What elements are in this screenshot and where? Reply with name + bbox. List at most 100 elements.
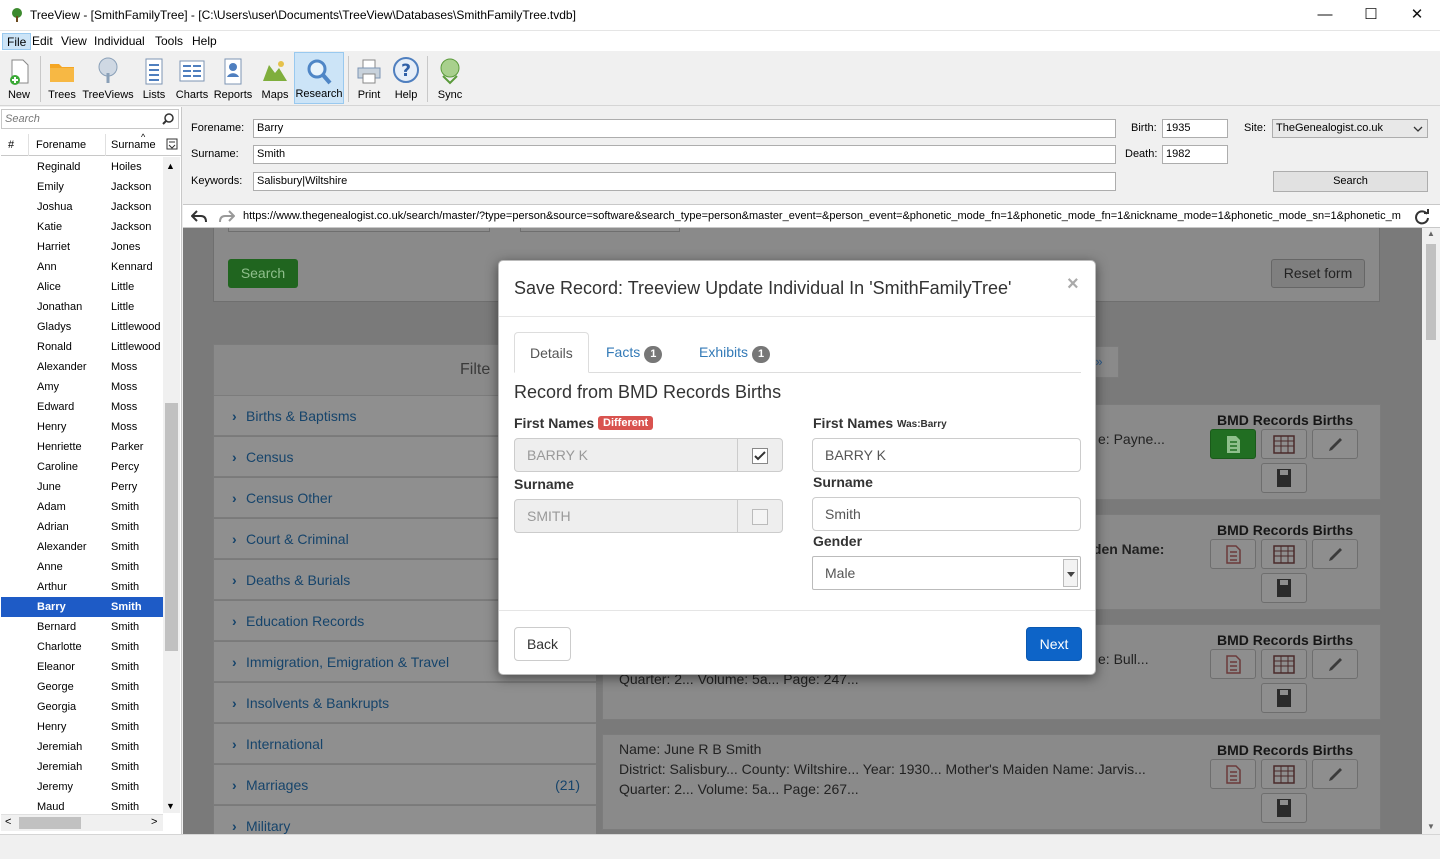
forward-arrow-icon[interactable] bbox=[219, 209, 235, 223]
people-list-row[interactable]: Alice Little bbox=[1, 277, 163, 297]
save-record-button[interactable] bbox=[1261, 793, 1307, 823]
people-list-row[interactable]: Eleanor Smith bbox=[1, 657, 163, 677]
back-button[interactable]: Back bbox=[514, 627, 571, 661]
people-list-row[interactable]: Katie Jackson bbox=[1, 217, 163, 237]
search-icon[interactable] bbox=[162, 113, 174, 125]
people-list-row[interactable]: Ann Kennard bbox=[1, 257, 163, 277]
first-names-input[interactable]: BARRY K bbox=[812, 438, 1081, 472]
people-list-row[interactable]: Emily Jackson bbox=[1, 177, 163, 197]
save-record-button[interactable] bbox=[1261, 573, 1307, 603]
surname-checkbox[interactable] bbox=[737, 499, 783, 533]
people-list-row[interactable]: Alexander Moss bbox=[1, 357, 163, 377]
tab-exhibits[interactable]: Exhibits 1 bbox=[684, 332, 785, 373]
edit-record-button[interactable] bbox=[1312, 539, 1358, 569]
people-hscroll-thumb[interactable] bbox=[19, 817, 81, 829]
close-button[interactable]: ✕ bbox=[1394, 0, 1440, 31]
people-list-row[interactable]: Edward Moss bbox=[1, 397, 163, 417]
death-input[interactable]: 1982 bbox=[1162, 145, 1228, 164]
surname-input[interactable]: Smith bbox=[812, 497, 1081, 531]
column-chooser-icon[interactable] bbox=[166, 138, 178, 150]
filter-category[interactable]: › Marriages (21) bbox=[214, 765, 596, 805]
lists-button[interactable]: Lists bbox=[138, 52, 170, 104]
sync-button[interactable]: Sync bbox=[432, 52, 468, 104]
people-list-row[interactable]: Georgia Smith bbox=[1, 697, 163, 717]
people-list-row[interactable]: George Smith bbox=[1, 677, 163, 697]
scroll-right-icon[interactable]: > bbox=[151, 816, 157, 828]
people-list-row[interactable]: Barry Smith bbox=[1, 597, 163, 617]
people-list-row[interactable]: Harriet Jones bbox=[1, 237, 163, 257]
people-list-row[interactable]: Arthur Smith bbox=[1, 577, 163, 597]
people-list-row[interactable]: Joshua Jackson bbox=[1, 197, 163, 217]
view-record-button[interactable] bbox=[1261, 759, 1307, 789]
menu-edit[interactable]: Edit bbox=[28, 33, 57, 50]
people-list-row[interactable]: Jeremy Smith bbox=[1, 777, 163, 797]
tab-details[interactable]: Details bbox=[514, 332, 589, 373]
scroll-left-icon[interactable]: < bbox=[5, 816, 11, 828]
menu-file[interactable]: File bbox=[2, 33, 32, 50]
web-scroll-up-icon[interactable]: ▲ bbox=[1427, 229, 1435, 238]
save-record-button[interactable] bbox=[1261, 683, 1307, 713]
people-list-row[interactable]: Jonathan Little bbox=[1, 297, 163, 317]
minimize-button[interactable]: — bbox=[1302, 0, 1348, 31]
filter-category[interactable]: › International bbox=[214, 724, 596, 764]
people-list-row[interactable]: Ronald Littlewood bbox=[1, 337, 163, 357]
charts-button[interactable]: Charts bbox=[174, 52, 210, 104]
view-record-button[interactable] bbox=[1261, 539, 1307, 569]
new-button[interactable]: New bbox=[2, 52, 36, 104]
research-button[interactable]: Research bbox=[294, 52, 344, 104]
people-list-row[interactable]: Charlotte Smith bbox=[1, 637, 163, 657]
dialog-close-button[interactable]: × bbox=[1067, 273, 1079, 296]
add-record-button[interactable] bbox=[1210, 759, 1256, 789]
menu-help[interactable]: Help bbox=[188, 33, 221, 50]
add-record-button[interactable] bbox=[1210, 649, 1256, 679]
people-list-row[interactable]: Adrian Smith bbox=[1, 517, 163, 537]
print-button[interactable]: Print bbox=[352, 52, 386, 104]
view-record-button[interactable] bbox=[1261, 429, 1307, 459]
url-field[interactable]: https://www.thegenealogist.co.uk/search/… bbox=[243, 210, 1403, 222]
people-list-row[interactable]: June Perry bbox=[1, 477, 163, 497]
people-list-row[interactable]: Jeremiah Smith bbox=[1, 737, 163, 757]
scroll-up-icon[interactable]: ▲ bbox=[166, 161, 175, 171]
reset-form-button[interactable]: Reset form bbox=[1271, 259, 1365, 288]
people-list-row[interactable]: Caroline Percy bbox=[1, 457, 163, 477]
site-select[interactable]: TheGenealogist.co.uk bbox=[1272, 119, 1428, 138]
maximize-button[interactable]: ☐ bbox=[1348, 0, 1394, 31]
web-search-button[interactable]: Search bbox=[228, 259, 298, 288]
edit-record-button[interactable] bbox=[1312, 649, 1358, 679]
people-list-row[interactable]: Reginald Hoiles bbox=[1, 157, 163, 177]
next-button[interactable]: Next bbox=[1026, 627, 1082, 661]
filter-category[interactable]: › Insolvents & Bankrupts bbox=[214, 683, 596, 723]
edit-record-button[interactable] bbox=[1312, 759, 1358, 789]
keywords-input[interactable]: Salisbury|Wiltshire bbox=[253, 172, 1116, 191]
people-list-row[interactable]: Henriette Parker bbox=[1, 437, 163, 457]
birth-input[interactable]: 1935 bbox=[1162, 119, 1228, 138]
add-record-button[interactable] bbox=[1210, 539, 1256, 569]
save-record-button[interactable] bbox=[1261, 463, 1307, 493]
column-surname[interactable]: Surname bbox=[111, 139, 156, 151]
menu-tools[interactable]: Tools bbox=[151, 33, 187, 50]
people-scroll-thumb[interactable] bbox=[165, 403, 178, 651]
people-list-row[interactable]: Bernard Smith bbox=[1, 617, 163, 637]
maps-button[interactable]: Maps bbox=[258, 52, 292, 104]
people-list-row[interactable]: Henry Moss bbox=[1, 417, 163, 437]
web-scroll-down-icon[interactable]: ▼ bbox=[1427, 822, 1435, 831]
menu-individual[interactable]: Individual bbox=[90, 33, 149, 50]
add-record-button[interactable] bbox=[1210, 429, 1256, 459]
treeviews-button[interactable]: TreeViews bbox=[82, 52, 134, 104]
menu-view[interactable]: View bbox=[57, 33, 91, 50]
people-list-row[interactable]: Gladys Littlewood bbox=[1, 317, 163, 337]
gender-select[interactable]: Male bbox=[812, 556, 1081, 590]
people-list-row[interactable]: Anne Smith bbox=[1, 557, 163, 577]
column-forename[interactable]: Forename bbox=[36, 139, 86, 151]
gender-dropdown-button[interactable] bbox=[1063, 559, 1078, 587]
people-list-row[interactable]: Henry Smith bbox=[1, 717, 163, 737]
surname-input[interactable]: Smith bbox=[253, 145, 1116, 164]
trees-button[interactable]: Trees bbox=[44, 52, 80, 104]
view-record-button[interactable] bbox=[1261, 649, 1307, 679]
refresh-icon[interactable] bbox=[1414, 209, 1430, 225]
scroll-down-icon[interactable]: ▼ bbox=[166, 801, 175, 811]
tab-facts[interactable]: Facts 1 bbox=[591, 332, 677, 373]
help-button[interactable]: ? Help bbox=[390, 52, 422, 104]
filter-category[interactable]: › Military bbox=[214, 806, 596, 834]
reports-button[interactable]: Reports bbox=[212, 52, 254, 104]
